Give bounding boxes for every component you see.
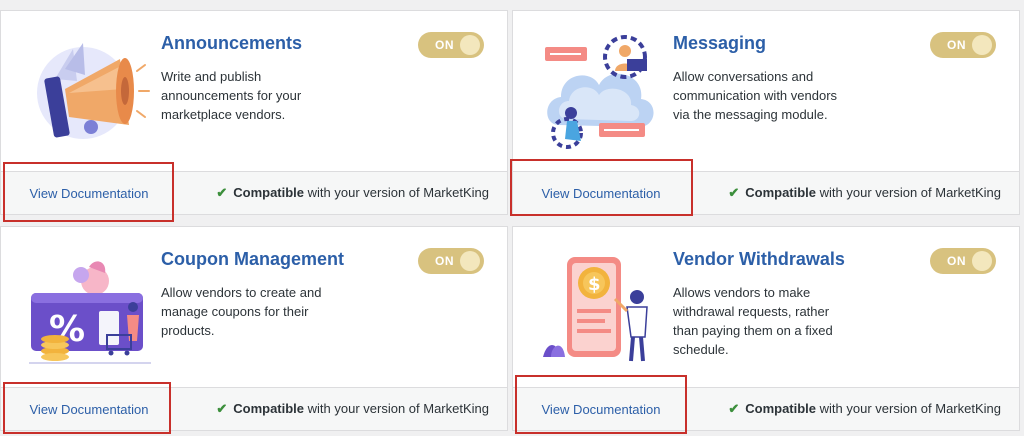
coupon-percent-illustration: % (29, 261, 151, 364)
compatible-label: Compatible (745, 185, 817, 200)
module-card-vendor-withdrawals: $ Vendor Withdrawals Allows vendors to m… (512, 226, 1020, 431)
compatibility-status: ✔ Compatible with your version of MarketK… (216, 401, 489, 417)
view-documentation-button[interactable]: View Documentation (521, 391, 681, 427)
module-description: Allows vendors to make withdrawal reques… (673, 285, 833, 357)
module-title: Messaging (673, 33, 767, 53)
card-footer: View Documentation ✔ Compatible with your… (1, 171, 507, 214)
card-footer: View Documentation ✔ Compatible with your… (513, 171, 1019, 214)
compatible-text: with your version of MarketKing (816, 401, 1001, 416)
toggle-label: ON (435, 38, 454, 52)
card-body: Announcements Write and publish announce… (1, 11, 507, 171)
module-title: Coupon Management (161, 249, 344, 269)
view-documentation-button[interactable]: View Documentation (521, 175, 681, 211)
module-title: Announcements (161, 33, 303, 53)
compatibility-status: ✔ Compatible with your version of MarketK… (728, 401, 1001, 417)
toggle-knob (460, 251, 480, 271)
card-footer: View Documentation ✔ Compatible with your… (513, 387, 1019, 430)
compatible-text: with your version of MarketKing (304, 185, 489, 200)
toggle-label: ON (435, 254, 454, 268)
module-card-announcements: Announcements Write and publish announce… (0, 10, 508, 215)
compatible-label: Compatible (233, 185, 305, 200)
svg-text:$: $ (588, 274, 601, 295)
withdrawal-phone-illustration: $ (543, 257, 648, 362)
module-toggle[interactable]: ON (930, 32, 996, 58)
module-card-coupon-management: % Coupon Management Allow vendors to cre… (0, 226, 508, 431)
module-description: Write and publish announcements for your… (161, 69, 302, 122)
toggle-knob (972, 35, 992, 55)
compatible-label: Compatible (233, 401, 305, 416)
check-icon: ✔ (728, 401, 740, 416)
toggle-label: ON (947, 254, 966, 268)
module-toggle[interactable]: ON (930, 248, 996, 274)
compatibility-status: ✔ Compatible with your version of MarketK… (728, 185, 1001, 201)
toggle-label: ON (947, 38, 966, 52)
messaging-cloud-illustration (545, 35, 654, 149)
module-toggle[interactable]: ON (418, 32, 484, 58)
module-description: Allow vendors to create and manage coupo… (161, 285, 322, 338)
compatible-text: with your version of MarketKing (304, 401, 489, 416)
check-icon: ✔ (728, 185, 740, 200)
toggle-knob (460, 35, 480, 55)
view-documentation-button[interactable]: View Documentation (9, 175, 169, 211)
compatibility-status: ✔ Compatible with your version of MarketK… (216, 185, 489, 201)
card-body: $ Vendor Withdrawals Allows vendors to m… (513, 227, 1019, 387)
compatible-label: Compatible (745, 401, 817, 416)
card-body: Messaging Allow conversations and commun… (513, 11, 1019, 171)
module-description: Allow conversations and communication wi… (673, 69, 838, 122)
megaphone-illustration (37, 43, 150, 139)
check-icon: ✔ (216, 401, 228, 416)
module-card-messaging: Messaging Allow conversations and commun… (512, 10, 1020, 215)
compatible-text: with your version of MarketKing (816, 185, 1001, 200)
card-body: % Coupon Management Allow vendors to cre… (1, 227, 507, 387)
toggle-knob (972, 251, 992, 271)
view-documentation-button[interactable]: View Documentation (9, 391, 169, 427)
check-icon: ✔ (216, 185, 228, 200)
module-toggle[interactable]: ON (418, 248, 484, 274)
module-title: Vendor Withdrawals (673, 249, 845, 269)
card-footer: View Documentation ✔ Compatible with your… (1, 387, 507, 430)
